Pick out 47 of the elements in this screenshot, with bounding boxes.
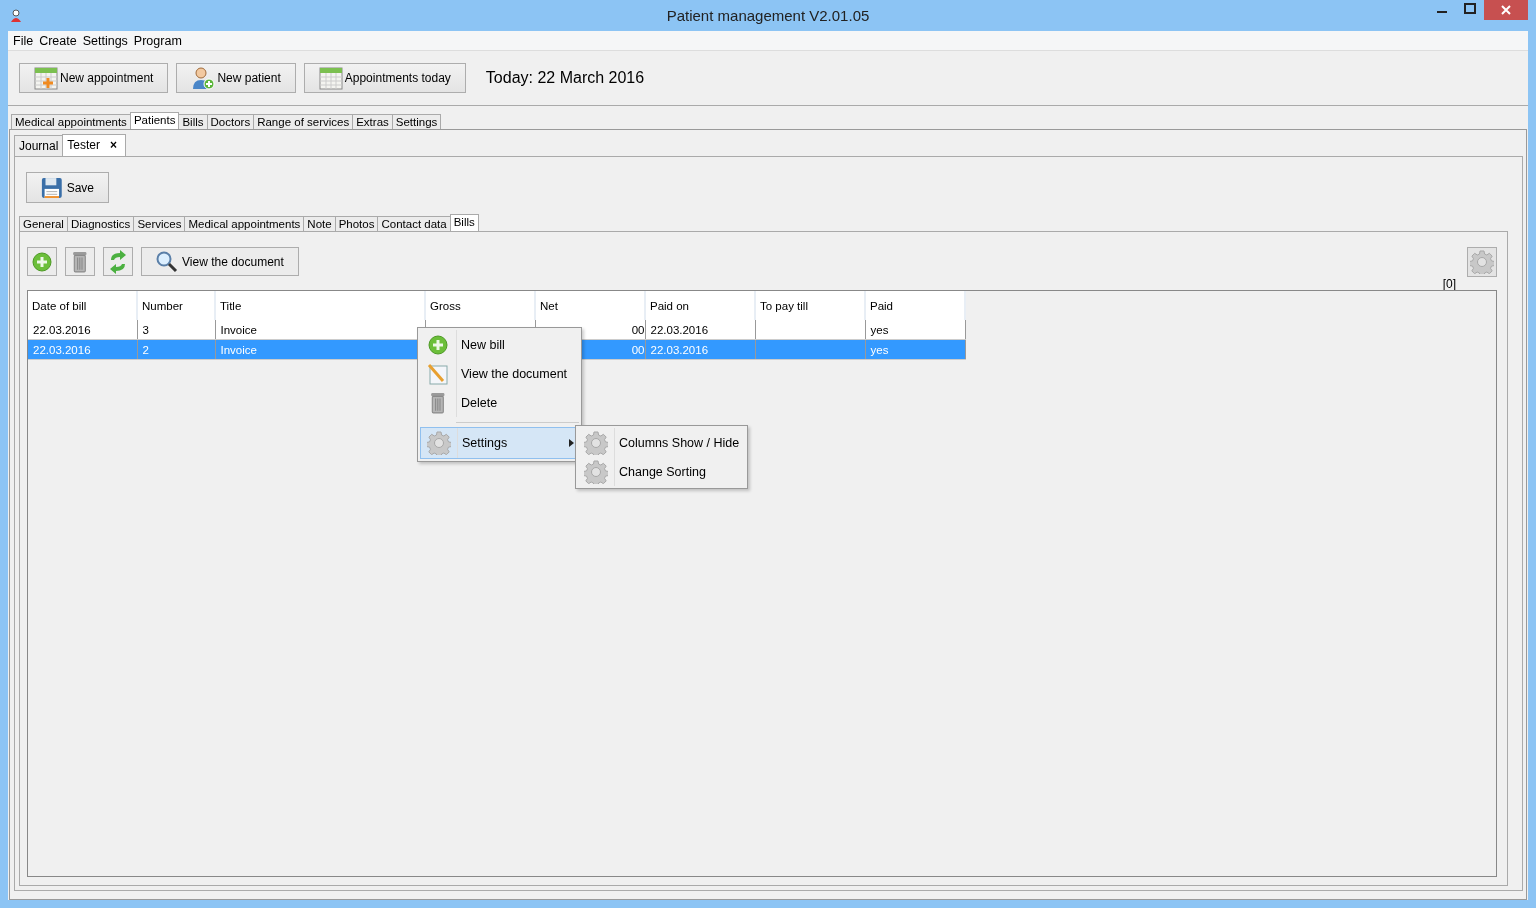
menu-item[interactable]: Columns Show / Hide — [578, 428, 745, 457]
tab[interactable]: Note — [303, 216, 336, 231]
column-header[interactable]: Gross — [425, 291, 535, 320]
tab[interactable]: Journal — [14, 135, 64, 156]
tab[interactable]: General — [19, 216, 68, 231]
table-cell: 22.03.2016 — [28, 339, 137, 360]
tab[interactable]: Services — [133, 216, 186, 231]
menu-item[interactable]: Program — [130, 33, 185, 48]
view-document-button[interactable]: View the document — [141, 247, 299, 276]
tab[interactable]: Medical appointments — [184, 216, 305, 231]
table-cell: 22.03.2016 — [645, 320, 755, 340]
column-header[interactable]: Date of bill — [28, 291, 137, 320]
table-cell: yes — [865, 320, 965, 340]
tab[interactable]: Settings — [391, 114, 442, 129]
menu-item[interactable]: Create — [36, 33, 80, 48]
tab[interactable]: Bills — [178, 114, 208, 129]
toolbar-button[interactable]: Appointments today — [303, 63, 466, 93]
menu-item[interactable]: Change Sorting — [578, 457, 745, 486]
tab[interactable]: Tester × — [62, 134, 127, 156]
menu-item[interactable]: Delete — [420, 388, 579, 417]
column-header[interactable]: Paid — [865, 291, 965, 320]
tab[interactable]: Contact data — [377, 216, 451, 231]
column-header[interactable]: Number — [137, 291, 215, 320]
table-cell: 3 — [137, 320, 215, 340]
column-header[interactable]: Net — [535, 291, 645, 320]
window-title: Patient management V2.01.05 — [666, 7, 870, 24]
today-date: Today: 22 March 2016 — [485, 69, 645, 87]
column-header[interactable]: To pay till — [755, 291, 865, 320]
menu-item[interactable]: Settings — [79, 33, 131, 48]
column-header[interactable]: Title — [215, 291, 425, 320]
toolbar-button[interactable]: New appointment — [19, 63, 169, 93]
table-cell: 22.03.2016 — [28, 320, 137, 340]
tab[interactable]: Extras — [352, 114, 393, 129]
toolbar-button[interactable]: New patient — [176, 63, 296, 93]
menu-item[interactable]: File — [10, 33, 37, 48]
tab[interactable]: Bills — [449, 214, 479, 231]
table-cell: Invoice — [215, 320, 425, 340]
save-button[interactable]: Save — [26, 172, 109, 203]
tab[interactable]: Medical appointments — [11, 114, 131, 129]
close-tab-button[interactable]: × — [110, 138, 118, 152]
tab[interactable]: Doctors — [206, 114, 255, 129]
tab[interactable]: Diagnostics — [66, 216, 135, 231]
menu-item[interactable]: View the document — [420, 359, 579, 388]
column-header[interactable]: Paid on — [645, 291, 755, 320]
tab[interactable]: Range of services — [253, 114, 354, 129]
tab[interactable]: Patients — [129, 112, 180, 129]
tab[interactable]: Photos — [334, 216, 379, 231]
